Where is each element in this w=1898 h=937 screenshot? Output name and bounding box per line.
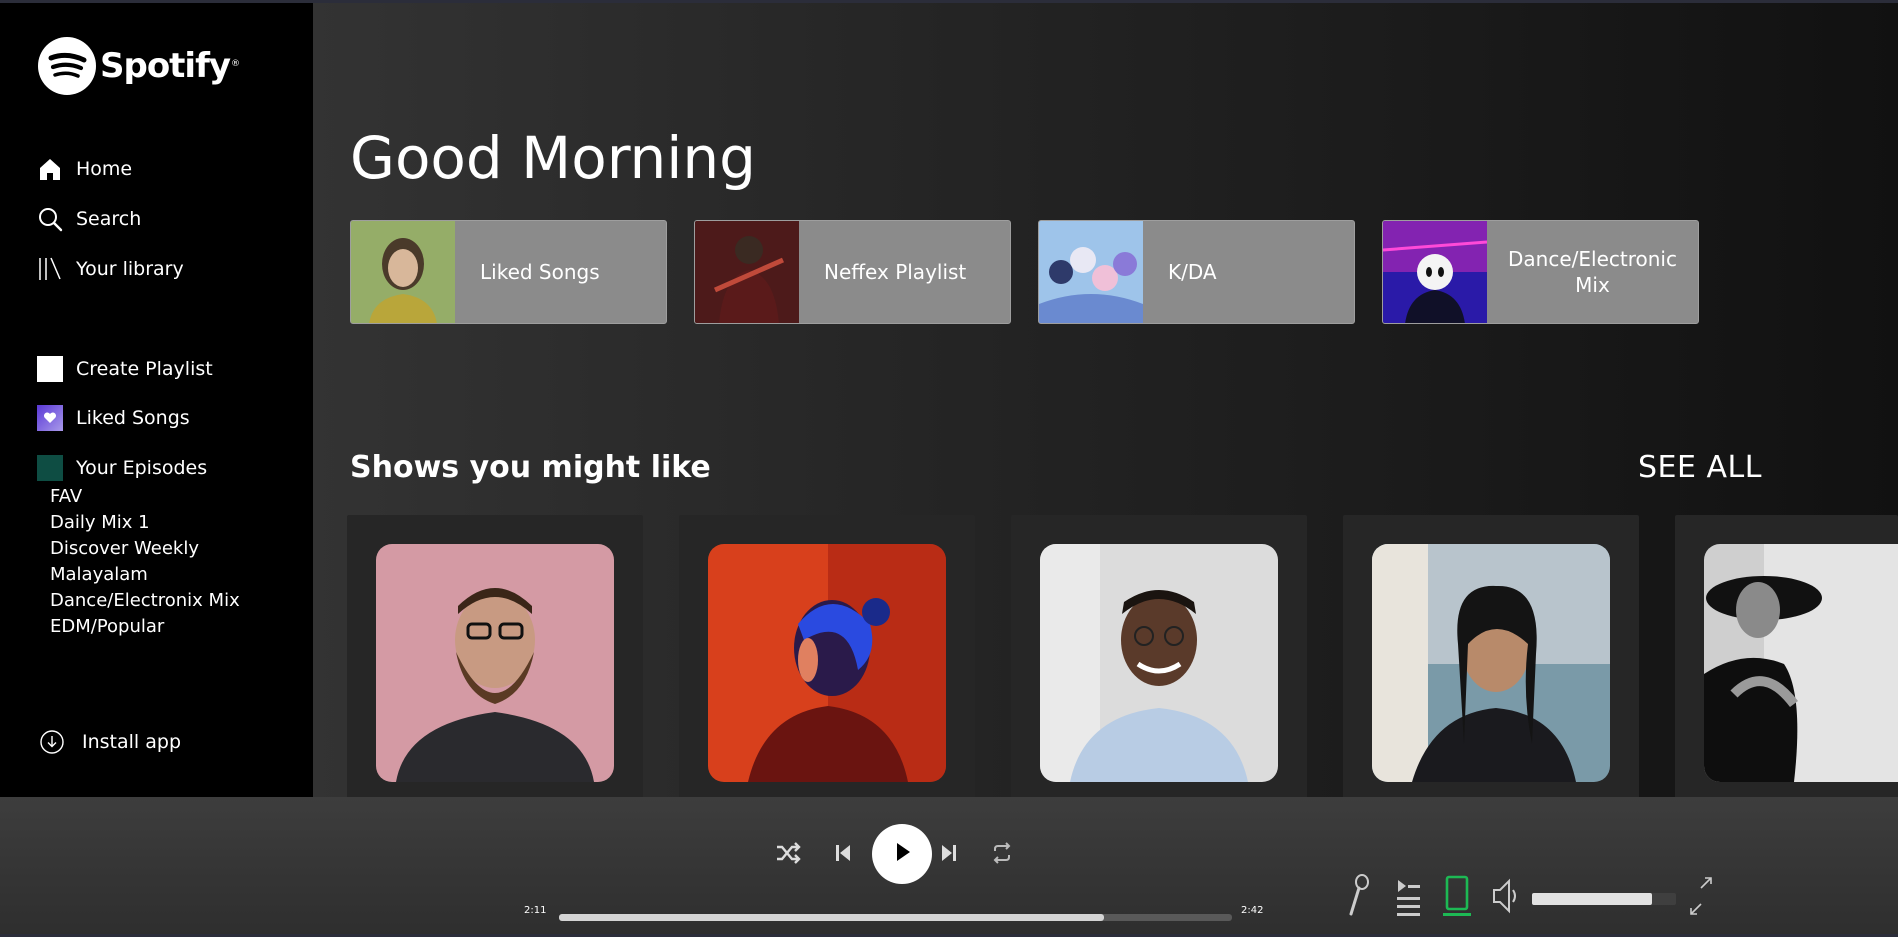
show-card-image xyxy=(376,544,614,782)
queue-button[interactable] xyxy=(1390,875,1426,921)
nav-library-label: Your library xyxy=(76,258,184,280)
create-playlist-button[interactable]: Create Playlist xyxy=(36,355,213,383)
show-card[interactable] xyxy=(1011,515,1307,819)
your-episodes-button[interactable]: Your Episodes xyxy=(36,454,207,482)
show-card[interactable] xyxy=(1675,515,1898,819)
fullscreen-button[interactable] xyxy=(1685,875,1717,921)
nav-library[interactable]: Your library xyxy=(36,255,184,283)
current-time: 2:11 xyxy=(524,905,547,916)
playlist-item[interactable]: Daily Mix 1 xyxy=(50,512,150,533)
create-playlist-icon xyxy=(36,355,64,383)
playlist-item[interactable]: EDM/Popular xyxy=(50,616,164,637)
progress-bar-fill xyxy=(559,914,1105,921)
quick-card-dance-electronic-mix[interactable]: Dance/Electronic Mix xyxy=(1382,220,1699,324)
show-card-image xyxy=(1704,544,1898,782)
search-icon xyxy=(36,205,64,233)
nav-search-label: Search xyxy=(76,208,142,230)
playlist-item[interactable]: Discover Weekly xyxy=(50,538,199,559)
nav-home-label: Home xyxy=(76,158,133,180)
previous-icon xyxy=(833,842,853,868)
nav-home[interactable]: Home xyxy=(36,155,132,183)
liked-songs-icon xyxy=(36,404,64,432)
playlist-item[interactable]: Malayalam xyxy=(50,564,148,585)
shuffle-icon xyxy=(775,841,801,869)
dance-electronic-mix-thumbnail xyxy=(1383,221,1488,323)
volume-slider[interactable] xyxy=(1532,893,1676,905)
spotify-logo[interactable]: Spotify ® xyxy=(38,37,240,95)
previous-button[interactable] xyxy=(826,838,860,872)
show-card-image xyxy=(708,544,946,782)
shows-section-title: Shows you might like xyxy=(350,450,711,485)
next-button[interactable] xyxy=(932,838,966,872)
install-app-label: Install app xyxy=(82,731,181,753)
show-card-image xyxy=(1372,544,1610,782)
neffex-playlist-thumbnail xyxy=(695,221,799,323)
sidebar: Spotify ® Home Search Your library Creat… xyxy=(0,3,313,797)
repeat-icon xyxy=(990,841,1014,869)
nav-search[interactable]: Search xyxy=(36,205,141,233)
mute-button[interactable] xyxy=(1488,875,1524,921)
quick-card-liked-songs[interactable]: Liked Songs xyxy=(350,220,667,324)
queue-icon xyxy=(1394,876,1422,920)
volume-icon xyxy=(1491,876,1521,920)
playlist-item[interactable]: FAV xyxy=(50,486,82,507)
quick-card-neffex-playlist[interactable]: Neffex Playlist xyxy=(694,220,1011,324)
connect-device-button[interactable] xyxy=(1439,875,1475,921)
quick-card-label: Liked Songs xyxy=(480,260,600,284)
microphone-icon xyxy=(1345,874,1371,922)
lyrics-button[interactable] xyxy=(1340,874,1376,922)
play-button[interactable] xyxy=(872,824,932,884)
liked-songs-label: Liked Songs xyxy=(76,407,190,429)
kda-thumbnail xyxy=(1039,221,1143,323)
next-icon xyxy=(939,842,959,868)
show-card-image xyxy=(1040,544,1278,782)
quick-card-label: Dance/Electronic Mix xyxy=(1508,247,1677,297)
install-app-button[interactable]: Install app xyxy=(38,728,181,756)
fullscreen-icon xyxy=(1687,874,1715,922)
create-playlist-label: Create Playlist xyxy=(76,358,213,380)
show-card[interactable] xyxy=(679,515,975,819)
show-card[interactable] xyxy=(347,515,643,819)
quick-card-kda[interactable]: K/DA xyxy=(1038,220,1355,324)
show-card[interactable] xyxy=(1343,515,1639,819)
episodes-icon xyxy=(36,454,64,482)
liked-songs-thumbnail xyxy=(351,221,455,323)
quick-card-label: Neffex Playlist xyxy=(824,260,967,284)
logo-wordmark: Spotify xyxy=(100,46,231,86)
repeat-button[interactable] xyxy=(985,838,1019,872)
greeting-heading: Good Morning xyxy=(350,124,756,192)
your-episodes-label: Your Episodes xyxy=(76,457,208,479)
shuffle-button[interactable] xyxy=(771,838,805,872)
see-all-link[interactable]: SEE ALL xyxy=(1638,450,1762,485)
progress-bar[interactable] xyxy=(559,914,1232,921)
library-icon xyxy=(36,255,64,283)
download-circle-icon xyxy=(38,728,66,756)
volume-slider-fill xyxy=(1532,893,1652,905)
device-icon xyxy=(1442,874,1472,922)
home-icon xyxy=(36,155,64,183)
spotify-logo-icon xyxy=(38,37,96,95)
liked-songs-button[interactable]: Liked Songs xyxy=(36,404,190,432)
logo-registered-mark: ® xyxy=(231,59,241,69)
total-time: 2:42 xyxy=(1241,905,1264,916)
play-icon xyxy=(891,840,913,868)
quick-card-label: K/DA xyxy=(1168,260,1217,284)
playlist-item[interactable]: Dance/Electronix Mix xyxy=(50,590,240,611)
